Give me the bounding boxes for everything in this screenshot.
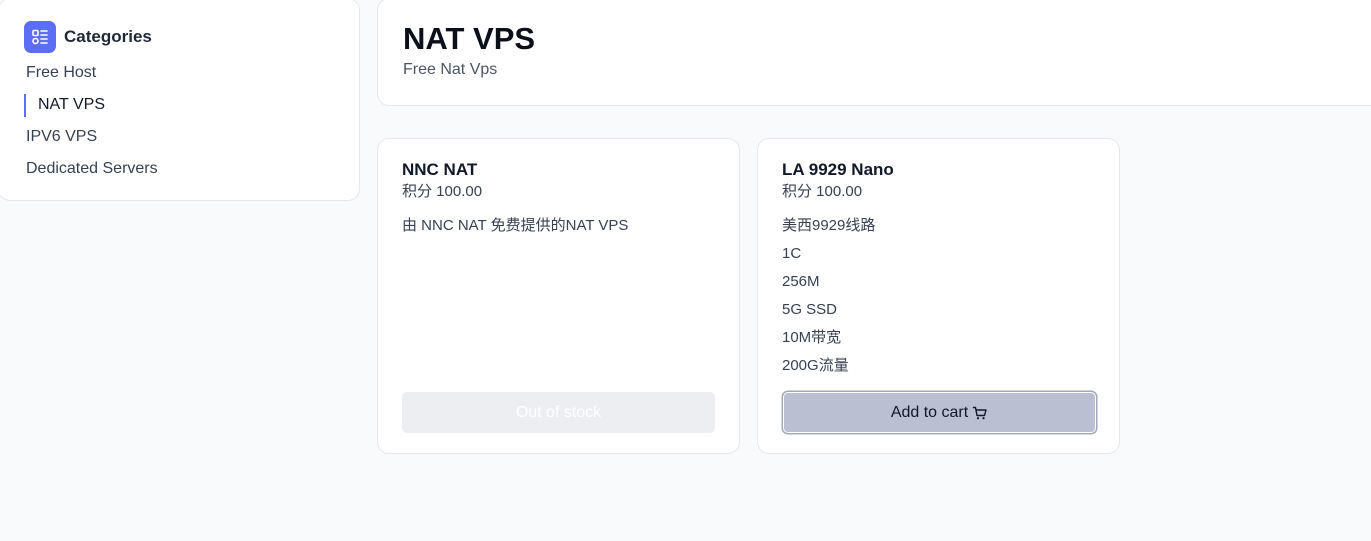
sidebar-title: Categories [64,27,152,46]
product-card: LA 9929 Nano 积分 100.00 美西9929线路 1C 256M … [757,138,1120,454]
category-header: NAT VPS Free Nat Vps [377,0,1371,106]
feature-line: 10M带宽 [782,329,842,346]
product-features: 美西9929线路 1C 256M 5G SSD 10M带宽 200G流量 [782,212,1095,380]
product-name: NNC NAT [402,160,478,179]
add-to-cart-label: Add to cart [890,403,969,421]
categories-icon [24,21,56,53]
sidebar-item-nat-vps[interactable]: NAT VPS [0,89,359,121]
feature-line: 256M [782,273,820,290]
out-of-stock-button: Out of stock [402,392,715,433]
product-name: LA 9929 Nano [782,160,894,179]
feature-line: 美西9929线路 [782,217,876,234]
page-subtitle: Free Nat Vps [403,61,498,78]
cart-icon [972,405,988,421]
page-title: NAT VPS [403,21,536,56]
category-list: Free Host NAT VPS IPV6 VPS Dedicated Ser… [0,57,359,185]
feature-line: 5G SSD [782,301,838,318]
product-price: 积分 100.00 [402,183,483,200]
sidebar-item-ipv6-vps[interactable]: IPV6 VPS [0,121,359,153]
sidebar-item-free-host[interactable]: Free Host [0,57,359,89]
feature-line: 由 NNC NAT 免费提供的NAT VPS [402,217,629,234]
product-card: NNC NAT 积分 100.00 由 NNC NAT 免费提供的NAT VPS… [377,138,740,454]
feature-line: 200G流量 [782,357,849,374]
category-sidebar: Categories Free Host NAT VPS IPV6 VPS De… [0,0,360,201]
sidebar-header: Categories [24,21,359,53]
feature-line: 1C [782,245,802,262]
product-features: 由 NNC NAT 免费提供的NAT VPS [402,212,715,240]
product-price: 积分 100.00 [782,183,863,200]
add-to-cart-button[interactable]: Add to cart [783,392,1096,433]
sidebar-item-dedicated-servers[interactable]: Dedicated Servers [0,153,359,185]
